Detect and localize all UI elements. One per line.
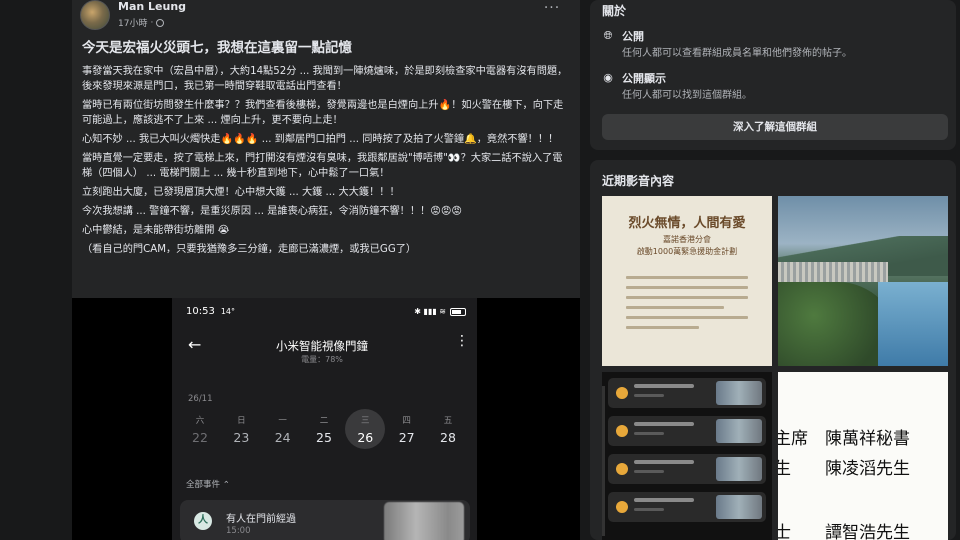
visible-desc: 任何人都可以找到這個群組。	[622, 90, 752, 101]
post-paragraph: （看自己的門CAM，只要我猶豫多三分鐘，走廊已滿濃煙，或我已GG了）	[82, 244, 417, 255]
post-paragraph: 事發當天我在家中（宏昌中層），大約14點52分 ... 我聞到一陣燒爐味，於是即…	[82, 66, 568, 92]
post-paragraph: 心知不妙 ... 我已大叫火燭快走🔥🔥🔥 ... 到鄰居門口拍門 ... 同時按…	[82, 134, 559, 145]
public-label: 公開	[622, 30, 644, 43]
author-avatar[interactable]	[80, 0, 110, 30]
list-item	[608, 454, 766, 484]
globe-icon	[156, 18, 165, 27]
post-paragraph: 當時直覺一定要走，按了電梯上來，門打開沒有煙沒有臭味，我跟鄰居說"博唔博"👀？大…	[82, 153, 563, 179]
event-title: 有人在門前經過	[226, 514, 296, 525]
post-body: 事發當天我在家中（宏昌中層），大約14點52分 ... 我聞到一陣燒爐味，於是即…	[82, 64, 570, 261]
calendar-day: 二 25	[316, 416, 332, 445]
calendar-month: 26/11	[188, 394, 213, 404]
post-paragraph: 當時已有兩位街坊問發生什麼事？？我們查看後樓梯，發覺兩邊也是白煙向上升🔥！如火警…	[82, 100, 564, 126]
about-card: 關於 🌐︎ 公開 任何人都可以查看群組成員名單和他們發佈的帖子。 ◉ 公開顯示 …	[590, 0, 956, 150]
post-header: Man Leung 17小時 · ···	[80, 0, 572, 34]
visible-label: 公開顯示	[622, 72, 666, 85]
event-time: 15:00	[226, 526, 251, 536]
poster-heading: 烈火無情，人間有愛	[628, 216, 746, 231]
public-desc: 任何人都可以查看群組成員名單和他們發佈的帖子。	[622, 48, 852, 59]
signal-icons: ✱ ▮▮▮ ≋	[414, 307, 446, 316]
recent-media-title: 近期影音內容	[602, 174, 675, 188]
post-timestamp[interactable]: 17小時	[118, 16, 147, 29]
more-dots-icon: ⋮	[455, 333, 469, 349]
phone-screenshot: 10:53 14° ✱ ▮▮▮ ≋ ← 小米智能視像門鐘 電量：78% ⋮ 26…	[172, 298, 477, 540]
names-line: 士 譚智浩先生	[778, 523, 910, 540]
poster-text-lines	[626, 276, 748, 336]
globe-icon: 🌐︎	[603, 29, 613, 42]
about-title: 關於	[602, 4, 627, 18]
phone-clock: 10:53	[186, 306, 215, 317]
post-paragraph: 心中鬱結，是未能帶街坊離開 😭	[82, 225, 230, 236]
media-thumb-landscape[interactable]	[778, 196, 948, 366]
calendar-day: 五 28	[440, 416, 456, 445]
names-line: 主席 陳萬祥秘書	[778, 429, 910, 449]
right-sidebar: 關於 🌐︎ 公開 任何人都可以查看群組成員名單和他們發佈的帖子。 ◉ 公開顯示 …	[590, 0, 960, 540]
left-gutter	[0, 0, 72, 540]
person-icon: 人	[194, 512, 212, 530]
calendar-day: 四 27	[398, 416, 415, 445]
post-media[interactable]: 10:53 14° ✱ ▮▮▮ ≋ ← 小米智能視像門鐘 電量：78% ⋮ 26…	[72, 298, 580, 540]
list-item	[608, 416, 766, 446]
event-thumbnail	[384, 502, 464, 540]
learn-more-button[interactable]: 深入了解這個群組	[602, 114, 948, 140]
post-paragraph: 今次我想講 ... 警鐘不響，是重災原因 ... 是誰喪心病狂，令消防鐘不響！！…	[82, 206, 463, 217]
calendar-week: 六 22 日 23 一 24 二 25 三 26 四 27 五 28	[180, 409, 468, 449]
app-title: 小米智能視像門鐘	[276, 339, 368, 353]
device-battery: 電量：78%	[301, 355, 343, 364]
post-paragraph: 立刻跑出大廈，已發現層頂大煙！心中想大鑊 ... 大鑊 ... 大大鑊！！！	[82, 187, 400, 198]
recent-media-card: 近期影音內容 烈火無情，人間有愛 嘉諾香港分會 啟動1000萬緊急援助金計劃 主…	[590, 160, 956, 540]
post-more-button[interactable]: ···	[542, 1, 562, 18]
calendar-day: 一 24	[274, 416, 291, 445]
list-item	[608, 492, 766, 522]
calendar-day-selected: 三 26	[345, 409, 386, 449]
list-item	[608, 378, 766, 408]
media-thumb-doorbell-list[interactable]	[602, 372, 772, 540]
author-name[interactable]: Man Leung	[118, 0, 186, 13]
media-thumb-names[interactable]: 主席 陳萬祥秘書 生 陳凌滔先生 士 譚智浩先生	[778, 372, 948, 540]
event-card: 人 有人在門前經過 15:00	[180, 500, 470, 540]
phone-status-bar: 10:53 14° ✱ ▮▮▮ ≋	[186, 306, 466, 317]
poster-subtitle: 嘉諾香港分會 啟動1000萬緊急援助金計劃	[636, 235, 738, 256]
eye-icon: ◉	[603, 71, 613, 84]
calendar-day: 六 22	[192, 416, 208, 445]
post-meta: 17小時 ·	[118, 16, 165, 29]
event-filter: 全部事件 ⌃	[186, 480, 230, 490]
calendar-day: 日 23	[233, 416, 250, 445]
group-post: Man Leung 17小時 · ··· 今天是宏福火災頭七，我想在這裏留一點記…	[72, 0, 580, 540]
post-title: 今天是宏福火災頭七，我想在這裏留一點記憶	[82, 40, 352, 56]
names-line: 生 陳凌滔先生	[778, 459, 910, 479]
battery-icon	[450, 307, 466, 316]
phone-temp: 14°	[220, 307, 236, 316]
back-arrow-icon: ←	[188, 335, 202, 354]
media-thumb-poster[interactable]: 烈火無情，人間有愛 嘉諾香港分會 啟動1000萬緊急援助金計劃	[602, 196, 772, 366]
